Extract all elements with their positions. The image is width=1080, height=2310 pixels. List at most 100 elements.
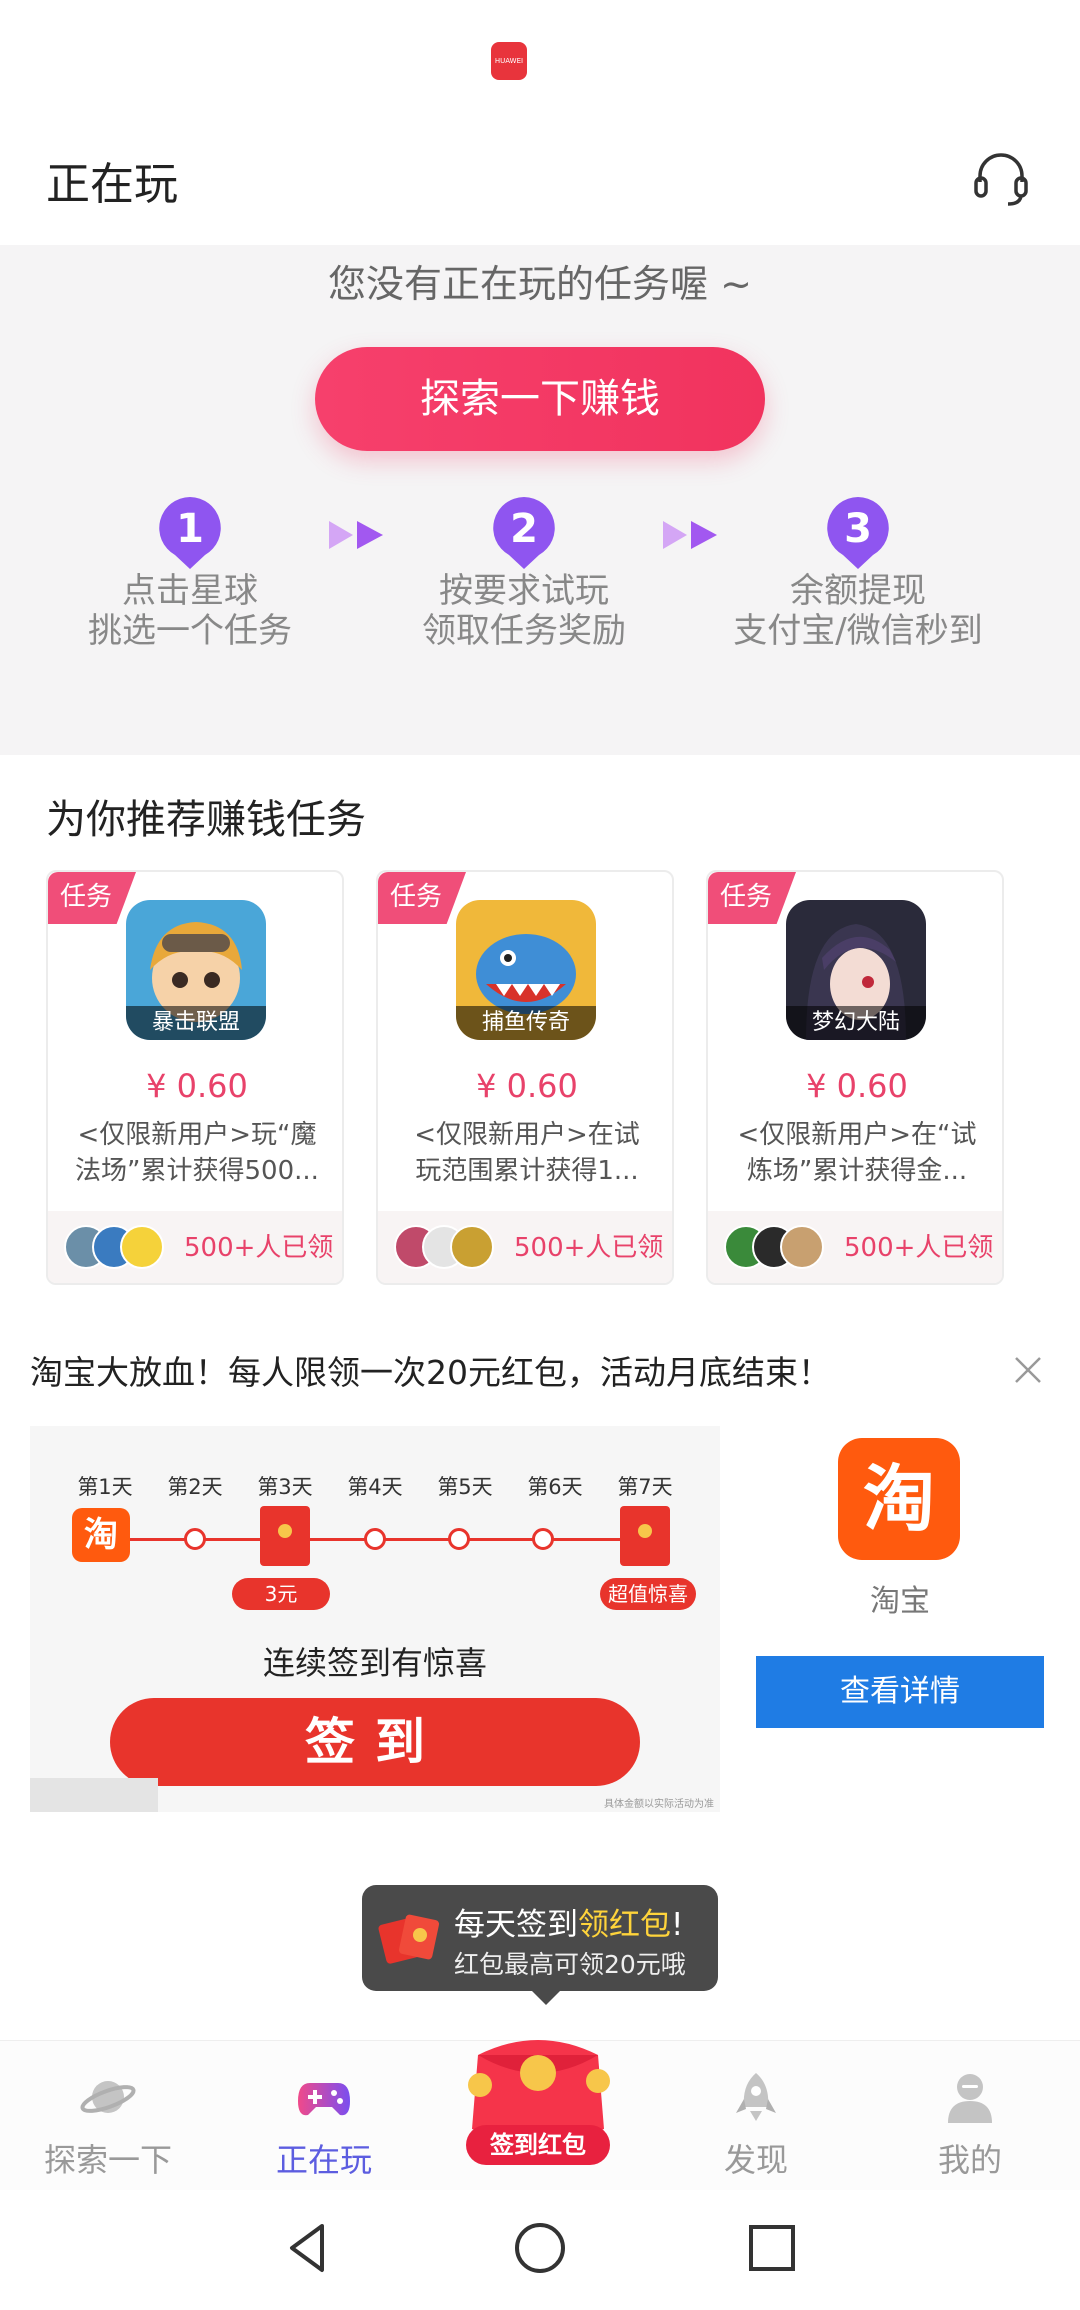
red-envelope-icon: [378, 1914, 440, 1964]
back-icon[interactable]: [278, 2218, 338, 2278]
empty-message: 您没有正在玩的任务喔 ~: [328, 262, 752, 306]
view-details-button[interactable]: 查看详情: [756, 1656, 1044, 1728]
tab-label: 签到红包: [466, 2125, 610, 2165]
taobao-app-icon[interactable]: 淘: [838, 1438, 960, 1560]
task-price: ¥ 0.60: [806, 1067, 908, 1105]
step-2: 2 按要求试玩 领取任务奖励: [364, 495, 684, 651]
day-label: 第7天: [617, 1475, 673, 1499]
ad-headline[interactable]: 淘宝大放血！每人限领一次20元红包，活动月底结束！: [30, 1346, 990, 1394]
task-description: <仅限新用户>在“试炼场”累计获得金...: [737, 1120, 977, 1186]
task-badge: 任务: [378, 872, 466, 924]
task-card[interactable]: 任务 梦幻大陆 ¥ 0.60 <仅限新用户>在“试炼场”累计获得金... 500…: [706, 870, 1004, 1285]
header: 正在玩: [0, 120, 1080, 245]
avatar: [450, 1225, 494, 1269]
step-line-1: 点击星球: [122, 571, 258, 611]
tab-explore[interactable]: 探索一下: [18, 2071, 198, 2181]
explore-button[interactable]: 探索一下赚钱: [315, 347, 765, 451]
game-icon: 梦幻大陆: [786, 900, 926, 1040]
home-icon[interactable]: [510, 2218, 570, 2278]
empty-state-panel: 您没有正在玩的任务喔 ~ 探索一下赚钱 1 点击星球 挑选一个任务 2 按要求试…: [0, 245, 1080, 755]
tab-label: 我的: [937, 2141, 1002, 2179]
gamepad-icon: [298, 2083, 350, 2116]
huawei-logo: HUAWEI: [491, 42, 527, 80]
taobao-logo: 淘: [72, 1508, 130, 1562]
planet-icon: [80, 2081, 136, 2113]
tab-playing[interactable]: 正在玩: [234, 2071, 414, 2181]
tab-label: 发现: [723, 2141, 788, 2179]
day-label: 第3天: [257, 1475, 313, 1499]
app-name: 淘宝: [870, 1584, 930, 1619]
avatar: [120, 1225, 164, 1269]
day-label: 第1天: [77, 1475, 133, 1499]
signin-tooltip[interactable]: 每天签到领红包! 红包最高可领20元哦: [362, 1885, 718, 2005]
step-line-2: 挑选一个任务: [88, 611, 292, 651]
task-card[interactable]: 任务 暴击联盟 ¥ 0.60 <仅限新用户>玩“魔法场”累计获得500... 5…: [46, 870, 344, 1285]
task-price: ¥ 0.60: [476, 1067, 578, 1105]
status-bar: HUAWEI: [0, 0, 1080, 120]
step-number-badge: 1: [157, 495, 223, 571]
avatar-group: [724, 1223, 834, 1271]
tooltip-subtitle: 红包最高可领20元哦: [454, 1950, 686, 1979]
game-name: 暴击联盟: [126, 1006, 266, 1040]
claimed-count: 500+人已领: [514, 1233, 664, 1263]
step-line-2: 支付宝/微信秒到: [733, 611, 983, 651]
ad-banner[interactable]: 第1天 第2天 第3天 第4天 第5天 第6天 第7天 淘 3元 超值惊喜 连续…: [30, 1426, 720, 1812]
signin-button[interactable]: 签到: [110, 1698, 640, 1786]
bottom-tab-bar: 探索一下 正在玩 签到红包 发现 我的: [0, 2040, 1080, 2190]
ad-placeholder-bar: [30, 1778, 158, 1812]
close-icon[interactable]: [1010, 1352, 1046, 1388]
reward-tag: 超值惊喜: [600, 1578, 696, 1610]
game-name: 梦幻大陆: [786, 1006, 926, 1040]
step-line-1: 余额提现: [790, 571, 926, 611]
ad-subtitle: 连续签到有惊喜: [262, 1644, 487, 1682]
step-1: 1 点击星球 挑选一个任务: [30, 495, 350, 651]
tab-label: 探索一下: [43, 2141, 172, 2179]
avatar-group: [394, 1223, 504, 1271]
game-icon: 暴击联盟: [126, 900, 266, 1040]
fine-print: 具体金额以实际活动为准: [604, 1799, 714, 1810]
red-packet-icon: [260, 1506, 310, 1566]
avatar: [780, 1225, 824, 1269]
tooltip-title: 每天签到领红包!: [454, 1907, 684, 1943]
game-icon: 捕鱼传奇: [456, 900, 596, 1040]
tab-signin-redpacket[interactable]: 签到红包: [458, 2021, 618, 2171]
avatar-group: [64, 1223, 174, 1271]
task-description: <仅限新用户>在试玩范围累计获得1...: [414, 1120, 640, 1186]
step-line-2: 领取任务奖励: [422, 611, 626, 651]
day-marker: [184, 1528, 206, 1550]
task-description: <仅限新用户>玩“魔法场”累计获得500...: [75, 1120, 319, 1186]
section-title: 为你推荐赚钱任务: [46, 797, 366, 843]
page-title: 正在玩: [46, 159, 178, 210]
step-number-badge: 2: [491, 495, 557, 571]
card-footer: 500+人已领: [378, 1211, 672, 1283]
day-marker: [448, 1528, 470, 1550]
task-badge: 任务: [48, 872, 136, 924]
claimed-count: 500+人已领: [844, 1233, 994, 1263]
step-3: 3 余额提现 支付宝/微信秒到: [698, 495, 1018, 651]
day-marker: [364, 1528, 386, 1550]
headset-icon[interactable]: [972, 148, 1030, 208]
system-nav-bar: [0, 2190, 1080, 2310]
day-label: 第5天: [437, 1475, 493, 1499]
task-card[interactable]: 任务 捕鱼传奇 ¥ 0.60 <仅限新用户>在试玩范围累计获得1... 500+…: [376, 870, 674, 1285]
tab-label: 正在玩: [275, 2141, 372, 2179]
step-line-1: 按要求试玩: [439, 571, 609, 611]
day-label: 第4天: [347, 1475, 403, 1499]
recents-icon[interactable]: [742, 2218, 802, 2278]
card-footer: 500+人已领: [708, 1211, 1002, 1283]
rocket-icon: [736, 2073, 776, 2121]
day-label: 第2天: [167, 1475, 223, 1499]
day-label: 第6天: [527, 1475, 583, 1499]
tab-discover[interactable]: 发现: [666, 2071, 846, 2181]
tab-profile[interactable]: 我的: [880, 2071, 1060, 2181]
user-icon: [948, 2074, 992, 2123]
recommended-tasks-section: 为你推荐赚钱任务 任务 暴击联盟 ¥ 0.60 <仅限新用户>玩“魔法场”累计获…: [0, 755, 1080, 1315]
task-price: ¥ 0.60: [146, 1067, 248, 1105]
card-footer: 500+人已领: [48, 1211, 342, 1283]
reward-tag: 3元: [232, 1578, 330, 1610]
step-number-badge: 3: [825, 495, 891, 571]
claimed-count: 500+人已领: [184, 1233, 334, 1263]
task-badge: 任务: [708, 872, 796, 924]
game-name: 捕鱼传奇: [456, 1006, 596, 1040]
red-packet-icon: [620, 1506, 670, 1566]
